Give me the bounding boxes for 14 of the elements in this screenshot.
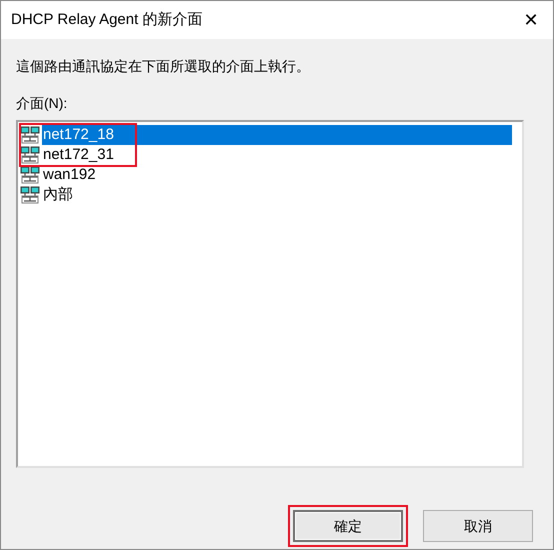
network-computers-icon: [20, 126, 40, 144]
network-computers-icon: [20, 146, 40, 164]
interface-item[interactable]: net172_18: [42, 125, 512, 145]
window-title: DHCP Relay Agent 的新介面: [11, 10, 202, 30]
interface-item[interactable]: 內部: [42, 185, 73, 205]
dialog-button[interactable]: 取消: [423, 510, 533, 542]
list-label: 介面(N):: [16, 94, 68, 113]
close-button[interactable]: ✕: [509, 1, 553, 39]
network-computers-icon: [20, 166, 40, 184]
network-computers-icon: [20, 186, 40, 204]
interface-item[interactable]: net172_31: [42, 145, 114, 165]
interface-item[interactable]: wan192: [42, 165, 96, 185]
dialog-button[interactable]: 確定: [293, 510, 403, 542]
description-text: 這個路由通訊協定在下面所選取的介面上執行。: [16, 57, 311, 76]
